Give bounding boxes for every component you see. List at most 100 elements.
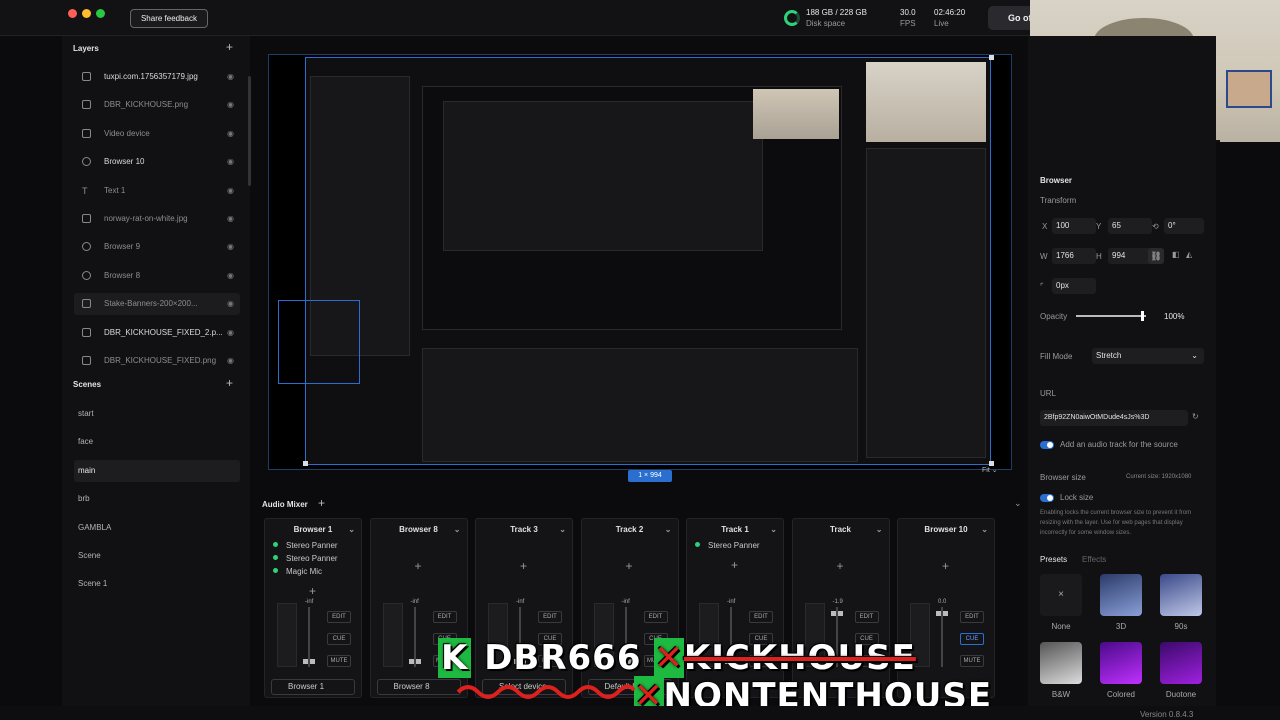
fill-mode-select[interactable]: Stretch ⌄ bbox=[1092, 348, 1204, 364]
scene-item[interactable]: brb bbox=[74, 488, 240, 510]
scene-preview-canvas[interactable] bbox=[268, 54, 1012, 470]
resize-handle-top-right[interactable] bbox=[989, 55, 994, 60]
add-filter-icon[interactable]: + bbox=[626, 559, 633, 573]
presets-tab[interactable]: Presets bbox=[1040, 555, 1067, 564]
visibility-icon[interactable]: ◉ bbox=[227, 123, 234, 145]
strip-header[interactable]: Track 2 ⌄ bbox=[582, 521, 678, 539]
visibility-icon[interactable]: ◉ bbox=[227, 265, 234, 287]
add-scene-icon[interactable]: + bbox=[226, 376, 233, 390]
layer-item[interactable]: Video device ◉ bbox=[74, 123, 240, 145]
add-filter-icon[interactable]: + bbox=[309, 584, 316, 598]
lock-size-toggle[interactable] bbox=[1040, 494, 1054, 502]
audio-filter[interactable]: Stereo Panner bbox=[695, 541, 760, 550]
scene-item[interactable]: Scene bbox=[74, 545, 240, 567]
add-layer-icon[interactable]: + bbox=[226, 40, 233, 54]
opacity-slider[interactable] bbox=[1076, 315, 1146, 317]
preset-bw[interactable] bbox=[1040, 642, 1082, 684]
visibility-icon[interactable]: ◉ bbox=[227, 208, 234, 230]
strip-header[interactable]: Browser 1 ⌄ bbox=[265, 521, 361, 539]
edit-button[interactable]: EDIT bbox=[538, 611, 562, 623]
strip-header[interactable]: Track ⌄ bbox=[793, 521, 889, 539]
effects-tab[interactable]: Effects bbox=[1082, 555, 1106, 564]
visibility-icon[interactable]: ◉ bbox=[227, 151, 234, 173]
edit-button[interactable]: EDIT bbox=[327, 611, 351, 623]
layer-item[interactable]: norway-rat-on-white.jpg ◉ bbox=[74, 208, 240, 230]
close-window-icon[interactable] bbox=[68, 9, 77, 18]
add-filter-icon[interactable]: + bbox=[520, 559, 527, 573]
visibility-icon[interactable]: ◉ bbox=[227, 94, 234, 116]
flip-vertical-icon[interactable]: ◭ bbox=[1186, 250, 1192, 259]
rotation-input[interactable]: 0° bbox=[1164, 218, 1204, 234]
add-filter-icon[interactable]: + bbox=[837, 559, 844, 573]
scene-item[interactable]: GAMBLA bbox=[74, 517, 240, 539]
add-filter-icon[interactable]: + bbox=[942, 559, 949, 573]
visibility-icon[interactable]: ◉ bbox=[227, 293, 234, 315]
layer-item[interactable]: T Text 1 ◉ bbox=[74, 180, 240, 202]
cue-button[interactable]: CUE bbox=[327, 633, 351, 645]
mute-button[interactable]: MUTE bbox=[960, 655, 984, 667]
strip-header[interactable]: Browser 10 ⌄ bbox=[898, 521, 994, 539]
source-select[interactable]: Browser 1 bbox=[271, 679, 355, 695]
edit-button[interactable]: EDIT bbox=[960, 611, 984, 623]
audio-track-toggle[interactable] bbox=[1040, 441, 1054, 449]
fit-dropdown[interactable]: Fit ⌄ bbox=[982, 464, 1016, 478]
preset-none[interactable]: × bbox=[1040, 574, 1082, 616]
corner-radius-input[interactable]: 0px bbox=[1052, 278, 1096, 294]
strip-header[interactable]: Browser 8 ⌄ bbox=[371, 521, 467, 539]
volume-fader-track[interactable] bbox=[413, 607, 416, 667]
edit-button[interactable]: EDIT bbox=[749, 611, 773, 623]
collapse-mixer-icon[interactable]: ⌄ bbox=[1014, 498, 1022, 509]
layer-item[interactable]: Browser 8 ◉ bbox=[74, 265, 240, 287]
preset-colored[interactable] bbox=[1100, 642, 1142, 684]
url-input[interactable]: 2Bfp92ZN0aiwOtMDude4sJs%3D bbox=[1040, 410, 1188, 426]
preset-duotone[interactable] bbox=[1160, 642, 1202, 684]
add-filter-icon[interactable]: + bbox=[731, 558, 738, 572]
scene-item[interactable]: start bbox=[74, 403, 240, 425]
edit-button[interactable]: EDIT bbox=[854, 611, 879, 623]
visibility-icon[interactable]: ◉ bbox=[227, 350, 234, 372]
height-input[interactable]: 994 bbox=[1108, 248, 1152, 264]
resize-handle-bottom-left[interactable] bbox=[303, 461, 308, 466]
layer-item[interactable]: DBR_KICKHOUSE_FIXED_2.p... ◉ bbox=[74, 322, 240, 344]
cue-button[interactable]: CUE bbox=[960, 633, 984, 645]
audio-filter[interactable]: Stereo Panner bbox=[273, 541, 338, 550]
layer-item[interactable]: Browser 9 ◉ bbox=[74, 236, 240, 258]
width-input[interactable]: 1766 bbox=[1052, 248, 1096, 264]
preset-3d[interactable] bbox=[1100, 574, 1142, 616]
layer-item[interactable]: Browser 10 ◉ bbox=[74, 151, 240, 173]
maximize-window-icon[interactable] bbox=[96, 9, 105, 18]
visibility-icon[interactable]: ◉ bbox=[227, 236, 234, 258]
visibility-icon[interactable]: ◉ bbox=[227, 180, 234, 202]
layer-item[interactable]: DBR_KICKHOUSE_FIXED.png ◉ bbox=[74, 350, 240, 372]
volume-fader-track[interactable] bbox=[941, 607, 943, 667]
layers-scrollbar[interactable] bbox=[248, 76, 251, 186]
scene-item[interactable]: Scene 1 bbox=[74, 573, 240, 595]
strip-header[interactable]: Track 1 ⌄ bbox=[687, 521, 783, 539]
scene-item[interactable]: main bbox=[74, 459, 240, 482]
share-feedback-button[interactable]: Share feedback bbox=[130, 9, 208, 28]
add-audio-track-icon[interactable]: + bbox=[318, 496, 325, 510]
y-position-input[interactable]: 65 bbox=[1108, 218, 1152, 234]
strip-header[interactable]: Track 3 ⌄ bbox=[476, 521, 572, 539]
visibility-icon[interactable]: ◉ bbox=[227, 66, 234, 88]
layer-item[interactable]: DBR_KICKHOUSE.png ◉ bbox=[74, 94, 240, 116]
preset-90s[interactable] bbox=[1160, 574, 1202, 616]
audio-filter[interactable]: Stereo Panner bbox=[273, 554, 338, 563]
layer-item[interactable]: Stake-Banners-200×200... ◉ bbox=[74, 293, 240, 316]
audio-filter[interactable]: Magic Mic bbox=[273, 567, 322, 576]
flip-horizontal-icon[interactable]: ◧ bbox=[1172, 250, 1180, 259]
edit-button[interactable]: EDIT bbox=[643, 611, 668, 623]
opacity-slider-thumb[interactable] bbox=[1141, 311, 1144, 321]
mute-button[interactable]: MUTE bbox=[327, 655, 351, 667]
x-position-input[interactable]: 100 bbox=[1052, 218, 1096, 234]
refresh-icon[interactable]: ↻ bbox=[1192, 412, 1199, 421]
source-select[interactable]: Browser 8 bbox=[376, 679, 461, 695]
layer-item[interactable]: tuxpi.com.1756357179.jpg ◉ bbox=[74, 66, 240, 88]
volume-fader-track[interactable] bbox=[308, 607, 310, 667]
add-filter-icon[interactable]: + bbox=[415, 559, 422, 573]
edit-button[interactable]: EDIT bbox=[432, 611, 457, 623]
link-aspect-icon[interactable]: ⛓ bbox=[1148, 248, 1164, 264]
scene-item[interactable]: face bbox=[74, 431, 240, 453]
minimize-window-icon[interactable] bbox=[82, 9, 91, 18]
visibility-icon[interactable]: ◉ bbox=[227, 322, 234, 344]
